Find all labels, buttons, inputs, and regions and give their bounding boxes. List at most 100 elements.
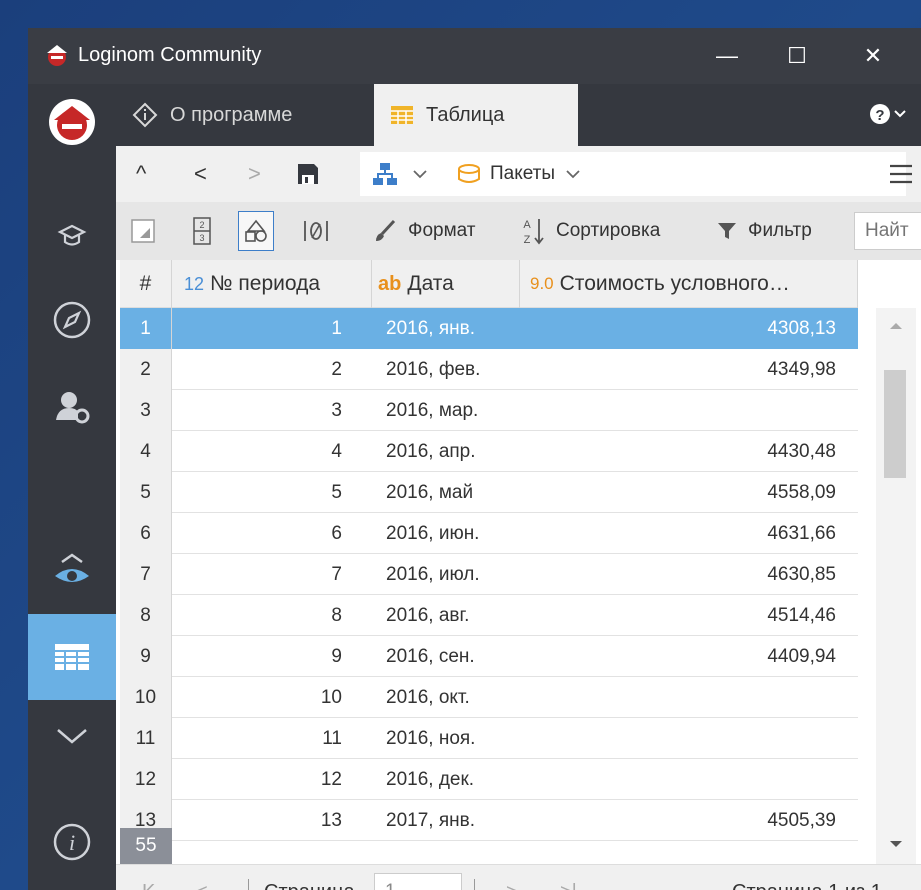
date-cell[interactable]: 2016, сен. — [356, 636, 520, 677]
save-button[interactable] — [296, 154, 320, 194]
next-page-button[interactable]: > — [506, 865, 518, 890]
date-cell[interactable]: 2016, янв. — [356, 308, 520, 349]
last-page-button[interactable]: >| — [560, 865, 577, 890]
period-cell[interactable]: 12 — [172, 759, 356, 800]
cost-cell[interactable] — [520, 390, 858, 431]
tab-about[interactable]: О программе — [116, 84, 374, 146]
first-page-button[interactable]: K — [142, 865, 155, 890]
row-index-cell[interactable]: 5 — [120, 472, 172, 513]
cost-cell[interactable] — [520, 677, 858, 718]
period-cell[interactable]: 2 — [172, 349, 356, 390]
sidebar-item-learn[interactable] — [28, 200, 116, 272]
period-cell[interactable]: 11 — [172, 718, 356, 759]
row-index-cell[interactable]: 1 — [120, 308, 172, 349]
sidebar-collapse-button[interactable] — [28, 700, 116, 772]
date-cell[interactable]: 2016, июл. — [356, 554, 520, 595]
date-cell[interactable]: 2016, мар. — [356, 390, 520, 431]
table-row[interactable]: 1 1 2016, янв. 4308,13 — [120, 308, 858, 349]
table-row[interactable]: 5 5 2016, май 4558,09 — [120, 472, 858, 513]
table-row[interactable]: 2 2 2016, фев. 4349,98 — [120, 349, 858, 390]
filter-button[interactable]: Фильтр — [716, 211, 812, 251]
period-cell[interactable]: 3 — [172, 390, 356, 431]
table-row[interactable]: 8 8 2016, авг. 4514,46 — [120, 595, 858, 636]
cost-cell[interactable]: 4349,98 — [520, 349, 858, 390]
table-row[interactable]: 7 7 2016, июл. 4630,85 — [120, 554, 858, 595]
data-types-toggle[interactable] — [238, 211, 274, 251]
nav-back-button[interactable]: < — [194, 154, 207, 194]
cost-cell[interactable]: 4558,09 — [520, 472, 858, 513]
table-row[interactable]: 4 4 2016, апр. 4430,48 — [120, 431, 858, 472]
maximize-button[interactable]: ☐ — [762, 28, 832, 84]
period-cell[interactable]: 8 — [172, 595, 356, 636]
table-row[interactable]: 6 6 2016, июн. 4631,66 — [120, 513, 858, 554]
date-cell[interactable]: 2016, май — [356, 472, 520, 513]
table-row[interactable]: 10 10 2016, окт. — [120, 677, 858, 718]
period-cell[interactable]: 4 — [172, 431, 356, 472]
date-cell[interactable]: 2016, окт. — [356, 677, 520, 718]
sidebar-item-navigator[interactable] — [28, 284, 116, 356]
sidebar-item-table[interactable] — [28, 614, 116, 700]
table-row[interactable]: 11 11 2016, ноя. — [120, 718, 858, 759]
row-index-cell[interactable]: 7 — [120, 554, 172, 595]
table-row[interactable]: 9 9 2016, сен. 4409,94 — [120, 636, 858, 677]
scrollbar-thumb[interactable] — [884, 370, 906, 478]
date-cell[interactable]: 2016, июн. — [356, 513, 520, 554]
cost-cell[interactable]: 4631,66 — [520, 513, 858, 554]
row-index-cell[interactable]: 3 — [120, 390, 172, 431]
period-cell[interactable]: 10 — [172, 677, 356, 718]
period-cell[interactable]: 5 — [172, 472, 356, 513]
table-row[interactable]: 13 13 2017, янв. 4505,39 — [120, 800, 858, 841]
sidebar-item-admin[interactable] — [28, 370, 116, 442]
column-header-date[interactable]: ab Дата — [372, 260, 520, 308]
cost-cell[interactable]: 4409,94 — [520, 636, 858, 677]
sidebar-item-info[interactable]: i — [28, 806, 116, 878]
date-cell[interactable]: 2016, дек. — [356, 759, 520, 800]
sort-button[interactable]: A Z Сортировка — [520, 211, 660, 251]
row-index-cell[interactable]: 12 — [120, 759, 172, 800]
tab-table[interactable]: Таблица — [374, 84, 578, 146]
prev-page-button[interactable]: < — [196, 865, 208, 890]
period-cell[interactable]: 7 — [172, 554, 356, 595]
nav-up-button[interactable]: ^ — [136, 154, 146, 194]
period-cell[interactable]: 13 — [172, 800, 356, 841]
column-header-index[interactable]: # — [120, 260, 172, 308]
nav-forward-button[interactable]: > — [248, 154, 261, 194]
cost-cell[interactable]: 4514,46 — [520, 595, 858, 636]
cost-cell[interactable]: 4430,48 — [520, 431, 858, 472]
row-index-cell[interactable]: 2 — [120, 349, 172, 390]
column-header-cost[interactable]: 9.0 Стоимость условного… — [520, 260, 858, 308]
row-index-cell[interactable]: 8 — [120, 595, 172, 636]
structure-dropdown[interactable] — [372, 154, 428, 194]
row-index-cell[interactable]: 10 — [120, 677, 172, 718]
vertical-scrollbar[interactable] — [876, 308, 916, 864]
cost-cell[interactable] — [520, 759, 858, 800]
date-cell[interactable]: 2017, янв. — [356, 800, 520, 841]
scroll-down-icon[interactable] — [876, 834, 916, 854]
null-values-toggle[interactable] — [302, 211, 330, 251]
cost-cell[interactable]: 4308,13 — [520, 308, 858, 349]
close-button[interactable]: ✕ — [838, 28, 908, 84]
column-header-period[interactable]: 12 № периода — [172, 260, 372, 308]
hamburger-menu-button[interactable] — [888, 154, 914, 194]
date-cell[interactable]: 2016, авг. — [356, 595, 520, 636]
search-input[interactable] — [854, 212, 921, 250]
period-cell[interactable]: 1 — [172, 308, 356, 349]
row-index-cell[interactable]: 4 — [120, 431, 172, 472]
date-cell[interactable]: 2016, ноя. — [356, 718, 520, 759]
table-row[interactable]: 12 12 2016, дек. — [120, 759, 858, 800]
cost-cell[interactable]: 4505,39 — [520, 800, 858, 841]
cost-cell[interactable] — [520, 718, 858, 759]
cost-cell[interactable]: 4630,85 — [520, 554, 858, 595]
page-number-input[interactable]: 1 — [374, 873, 462, 890]
user-avatar[interactable] — [28, 86, 116, 158]
minimize-button[interactable]: — — [692, 28, 762, 84]
row-index-cell[interactable]: 6 — [120, 513, 172, 554]
sidebar-item-preview[interactable] — [28, 534, 116, 606]
scroll-up-icon[interactable] — [876, 316, 916, 336]
date-cell[interactable]: 2016, фев. — [356, 349, 520, 390]
period-cell[interactable]: 9 — [172, 636, 356, 677]
row-index-cell[interactable]: 9 — [120, 636, 172, 677]
date-cell[interactable]: 2016, апр. — [356, 431, 520, 472]
select-all-button[interactable] — [130, 211, 156, 251]
table-row[interactable]: 3 3 2016, мар. — [120, 390, 858, 431]
